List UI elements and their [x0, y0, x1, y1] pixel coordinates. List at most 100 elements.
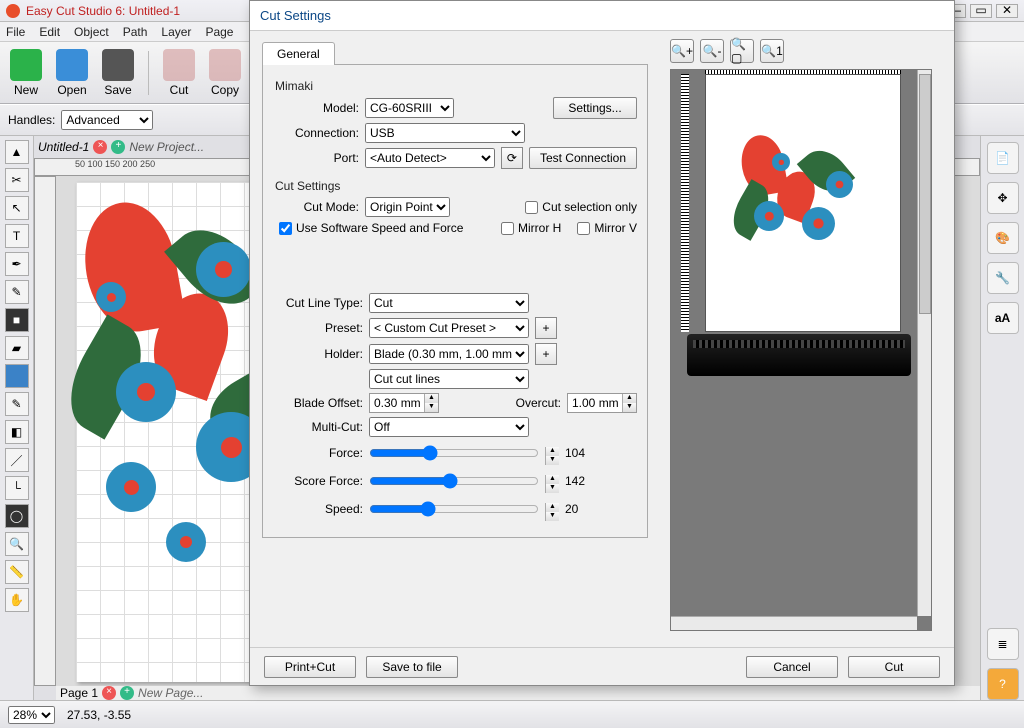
cutlines-select[interactable]: Cut cut lines	[369, 369, 529, 389]
delete-page-icon[interactable]: ×	[102, 686, 116, 700]
text-panel-icon[interactable]: aA	[987, 302, 1019, 334]
holder-select[interactable]: Blade (0.30 mm, 1.00 mm)	[369, 344, 529, 364]
new-page-label[interactable]: New Page...	[138, 686, 203, 700]
menu-path[interactable]: Path	[123, 25, 148, 39]
new-button[interactable]: New	[6, 49, 46, 97]
spin-down-icon[interactable]: ▼	[545, 512, 559, 521]
trace-tool[interactable]: ◯	[5, 504, 29, 528]
refresh-port-icon[interactable]: ⟳	[501, 147, 523, 169]
use-sw-checkbox[interactable]	[279, 222, 292, 235]
zoom-tool[interactable]: 🔍	[5, 532, 29, 556]
help-panel-icon[interactable]: ?	[987, 668, 1019, 700]
add-preset-button[interactable]: +	[535, 317, 557, 339]
spin-up-icon[interactable]: ▲	[622, 394, 636, 403]
multicut-select[interactable]: Off	[369, 417, 529, 437]
menu-file[interactable]: File	[6, 25, 25, 39]
pen-tool[interactable]: ✒	[5, 252, 29, 276]
preview-scroll-v[interactable]	[917, 70, 931, 616]
connection-select[interactable]: USB	[365, 123, 525, 143]
shape-tool[interactable]: ■	[5, 308, 29, 332]
spin-up-icon[interactable]: ▲	[545, 503, 559, 512]
spin-down-icon[interactable]: ▼	[545, 484, 559, 493]
text-tool[interactable]: T	[5, 224, 29, 248]
test-connection-button[interactable]: Test Connection	[529, 147, 637, 169]
ruler-tool[interactable]: 📏	[5, 560, 29, 584]
colors-panel-icon[interactable]: 🎨	[987, 222, 1019, 254]
cutlinetype-label: Cut Line Type:	[273, 296, 363, 310]
mirror-h-checkbox[interactable]	[501, 222, 514, 235]
position-panel-icon[interactable]: ✥	[987, 182, 1019, 214]
scroll-thumb[interactable]	[919, 74, 931, 314]
bezier-tool[interactable]: └	[5, 476, 29, 500]
preset-select[interactable]: < Custom Cut Preset >	[369, 318, 529, 338]
spin-down-icon[interactable]: ▼	[545, 456, 559, 465]
force-slider[interactable]	[369, 445, 539, 461]
copy-button[interactable]: Copy	[205, 49, 245, 97]
tab-general[interactable]: General	[262, 42, 335, 65]
save-to-file-button[interactable]: Save to file	[366, 656, 458, 678]
speed-label: Speed:	[273, 502, 363, 516]
zoom-out-icon[interactable]: 🔍-	[700, 39, 724, 63]
spin-down-icon[interactable]: ▼	[424, 403, 438, 412]
doc-tab[interactable]: Untitled-1	[38, 140, 89, 154]
cut-selection-checkbox[interactable]	[525, 201, 538, 214]
new-project-tab[interactable]: New Project...	[129, 140, 204, 154]
eraser-tool[interactable]: ▰	[5, 336, 29, 360]
page-label[interactable]: Page 1	[60, 686, 98, 700]
fill-tool[interactable]	[5, 364, 29, 388]
edit-tool[interactable]: ↖	[5, 196, 29, 220]
close-tab-icon[interactable]: ×	[93, 140, 107, 154]
app-icon	[6, 4, 20, 18]
menu-object[interactable]: Object	[74, 25, 109, 39]
eyedropper-tool[interactable]: ✎	[5, 392, 29, 416]
zoom-in-icon[interactable]: 🔍+	[670, 39, 694, 63]
tool-palette: ▲ ✂ ↖ T ✒ ✎ ■ ▰ ✎ ◧ ／ └ ◯ 🔍 📏 ✋	[0, 136, 34, 700]
cut-clip-button[interactable]: Cut	[159, 49, 199, 97]
handles-select[interactable]: Advanced	[61, 110, 153, 130]
scoreforce-label: Score Force:	[273, 474, 363, 488]
spin-up-icon[interactable]: ▲	[545, 475, 559, 484]
select-tool[interactable]: ▲	[5, 140, 29, 164]
cut-preview[interactable]	[670, 69, 932, 631]
add-holder-button[interactable]: +	[535, 343, 557, 365]
pencil-tool[interactable]: ✎	[5, 280, 29, 304]
model-select[interactable]: CG-60SRIII	[365, 98, 454, 118]
preview-scroll-h[interactable]	[671, 616, 917, 630]
save-button[interactable]: Save	[98, 49, 138, 97]
zoom-actual-icon[interactable]: 🔍1	[760, 39, 784, 63]
cutsettings-group-label: Cut Settings	[275, 179, 637, 193]
gradient-tool[interactable]: ◧	[5, 420, 29, 444]
settings-panel-icon[interactable]: 🔧	[987, 262, 1019, 294]
spin-up-icon[interactable]: ▲	[424, 394, 438, 403]
menu-page[interactable]: Page	[205, 25, 233, 39]
cutmode-select[interactable]: Origin Point	[365, 197, 450, 217]
cancel-button[interactable]: Cancel	[746, 656, 838, 678]
maximize-button[interactable]: ▭	[970, 4, 992, 18]
handles-label: Handles:	[8, 113, 55, 127]
zoom-select[interactable]: 28%	[8, 706, 55, 724]
close-button[interactable]: ✕	[996, 4, 1018, 18]
ruler-vertical	[34, 176, 56, 686]
spin-down-icon[interactable]: ▼	[622, 403, 636, 412]
scoreforce-slider[interactable]	[369, 473, 539, 489]
preview-paper	[705, 74, 901, 332]
speed-slider[interactable]	[369, 501, 539, 517]
menu-layer[interactable]: Layer	[161, 25, 191, 39]
layers-panel-icon[interactable]: ≣	[987, 628, 1019, 660]
node-tool[interactable]: ✂	[5, 168, 29, 192]
cut-button[interactable]: Cut	[848, 656, 940, 678]
zoom-fit-icon[interactable]: 🔍▢	[730, 39, 754, 63]
settings-button[interactable]: Settings...	[553, 97, 637, 119]
add-tab-icon[interactable]: +	[111, 140, 125, 154]
print-cut-button[interactable]: Print+Cut	[264, 656, 356, 678]
spin-up-icon[interactable]: ▲	[545, 447, 559, 456]
cutlinetype-select[interactable]: Cut	[369, 293, 529, 313]
open-button[interactable]: Open	[52, 49, 92, 97]
knife-tool[interactable]: ／	[5, 448, 29, 472]
mirror-v-checkbox[interactable]	[577, 222, 590, 235]
hand-tool[interactable]: ✋	[5, 588, 29, 612]
menu-edit[interactable]: Edit	[39, 25, 60, 39]
document-panel-icon[interactable]: 📄	[987, 142, 1019, 174]
add-page-icon[interactable]: +	[120, 686, 134, 700]
port-select[interactable]: <Auto Detect>	[365, 148, 495, 168]
